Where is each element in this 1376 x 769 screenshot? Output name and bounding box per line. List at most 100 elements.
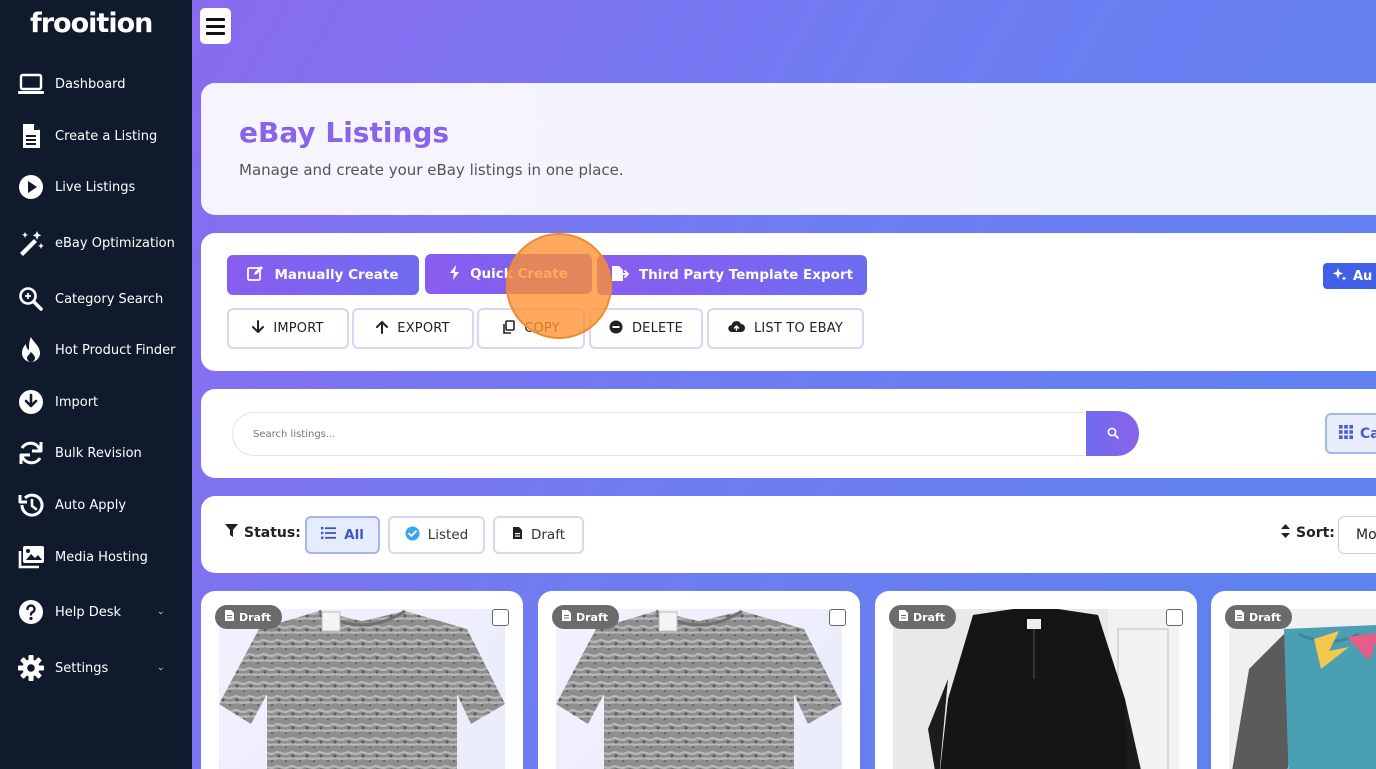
sidebar-item-label: eBay Optimization (55, 235, 175, 251)
sidebar-item-media-hosting[interactable]: Media Hosting (0, 537, 192, 577)
hamburger-bar (206, 17, 225, 21)
import-label: IMPORT (273, 321, 324, 336)
gear-icon (17, 654, 45, 682)
card-view-toggle[interactable]: Ca (1325, 413, 1376, 454)
sidebar-item-hot-product-finder[interactable]: Hot Product Finder (0, 330, 192, 370)
sidebar-item-label: Hot Product Finder (55, 342, 176, 358)
listing-card[interactable]: Draft (538, 591, 860, 769)
copy-label: COPY (524, 321, 560, 336)
filter-draft-label: Draft (530, 527, 566, 543)
filter-all-label: All (344, 527, 364, 543)
filter-draft-button[interactable]: Draft (493, 516, 584, 554)
listing-card[interactable]: Draft (875, 591, 1197, 769)
badge-label: Draft (913, 610, 946, 624)
sidebar-item-import[interactable]: Import (0, 382, 192, 422)
sidebar-item-label: Media Hosting (55, 549, 148, 565)
listing-card[interactable]: Draft (1211, 591, 1376, 769)
draft-badge: Draft (889, 605, 957, 629)
draft-badge: Draft (215, 605, 283, 629)
page-subtitle: Manage and create your eBay listings in … (239, 161, 624, 179)
app-logo[interactable]: frooition (30, 8, 153, 39)
sidebar-item-label: Import (55, 394, 99, 410)
filter-listed-label: Listed (427, 527, 469, 543)
sidebar-item-help-desk[interactable]: Help Desk ⌄ (0, 592, 192, 632)
import-button[interactable]: IMPORT (227, 308, 349, 349)
ai-button[interactable]: Au (1323, 263, 1376, 289)
sidebar-item-settings[interactable]: Settings ⌄ (0, 648, 192, 688)
chevron-down-icon[interactable]: ⌄ (157, 663, 165, 673)
listing-card[interactable]: Draft (201, 591, 523, 769)
select-checkbox[interactable] (492, 609, 509, 626)
badge-label: Draft (239, 610, 272, 624)
arrow-up-icon (376, 320, 389, 338)
filter-listed-button[interactable]: Listed (388, 516, 485, 554)
fire-icon (17, 336, 45, 364)
export-button[interactable]: EXPORT (352, 308, 474, 349)
sync-icon (17, 439, 45, 467)
product-image (1229, 609, 1376, 769)
sidebar-item-label: Create a Listing (55, 128, 158, 144)
export-label: EXPORT (397, 321, 450, 336)
status-label-text: Status: (244, 525, 301, 541)
sidebar-item-live-listings[interactable]: Live Listings (0, 167, 192, 207)
sort-select[interactable]: Mo (1338, 516, 1376, 554)
list-icon (321, 527, 337, 543)
cloud-upload-icon (728, 320, 745, 337)
search-tag-icon (17, 285, 45, 313)
view-toggle-label: Ca (1360, 425, 1376, 442)
product-image (893, 609, 1179, 769)
copy-button[interactable]: COPY (477, 308, 585, 349)
search-button[interactable] (1086, 411, 1139, 456)
chevron-down-icon[interactable]: ⌄ (157, 607, 165, 617)
status-filter-label: Status: (225, 524, 301, 542)
laptop-icon (17, 70, 45, 98)
third-party-export-button[interactable]: Third Party Template Export (597, 255, 867, 295)
history-icon (17, 491, 45, 519)
document-icon (1235, 610, 1244, 624)
file-export-icon (611, 265, 630, 286)
sidebar: frooition Dashboard Create a Listing Liv… (0, 0, 192, 769)
filter-all-button[interactable]: All (305, 516, 380, 554)
badge-label: Draft (1249, 610, 1282, 624)
minus-circle-icon (609, 320, 623, 338)
question-circle-icon (17, 598, 45, 626)
sidebar-item-label: Help Desk (55, 604, 122, 620)
quick-create-label: Quick Create (470, 266, 568, 282)
images-icon (17, 543, 45, 571)
sidebar-item-category-search[interactable]: Category Search (0, 279, 192, 319)
menu-toggle-button[interactable] (200, 8, 231, 44)
edit-icon (247, 265, 264, 285)
sidebar-item-dashboard[interactable]: Dashboard (0, 64, 192, 104)
sidebar-item-label: Dashboard (55, 76, 126, 92)
search-input[interactable] (232, 412, 1088, 456)
third-party-export-label: Third Party Template Export (638, 267, 854, 283)
list-to-ebay-label: LIST TO EBAY (753, 321, 844, 336)
delete-label: DELETE (631, 321, 684, 336)
sidebar-item-create-listing[interactable]: Create a Listing (0, 116, 192, 156)
search-icon (1107, 424, 1119, 443)
delete-button[interactable]: DELETE (589, 308, 703, 349)
download-circle-icon (17, 388, 45, 416)
document-icon (17, 122, 45, 150)
sparkles-icon (1332, 267, 1347, 286)
sort-label: Sort: (1281, 524, 1335, 542)
quick-create-button[interactable]: Quick Create (425, 254, 592, 294)
play-circle-icon (17, 173, 45, 201)
sidebar-item-label: Live Listings (55, 179, 136, 195)
sidebar-item-auto-apply[interactable]: Auto Apply (0, 485, 192, 525)
list-to-ebay-button[interactable]: LIST TO EBAY (707, 308, 864, 349)
sidebar-item-ebay-optimization[interactable]: eBay Optimization (0, 223, 192, 263)
sort-label-text: Sort: (1296, 525, 1335, 541)
filter-icon (225, 524, 238, 542)
grid-icon (1339, 424, 1353, 443)
hamburger-bar (206, 24, 225, 28)
sidebar-item-label: Auto Apply (55, 497, 127, 513)
manually-create-button[interactable]: Manually Create (227, 255, 419, 295)
main-content: eBay Listings Manage and create your eBa… (192, 0, 1376, 769)
sidebar-item-bulk-revision[interactable]: Bulk Revision (0, 433, 192, 473)
manually-create-label: Manually Create (274, 267, 399, 283)
select-checkbox[interactable] (829, 609, 846, 626)
status-filter-bar: Status: All Listed Draft Sort: Mo (201, 496, 1376, 573)
product-image (219, 609, 505, 769)
select-checkbox[interactable] (1166, 609, 1183, 626)
